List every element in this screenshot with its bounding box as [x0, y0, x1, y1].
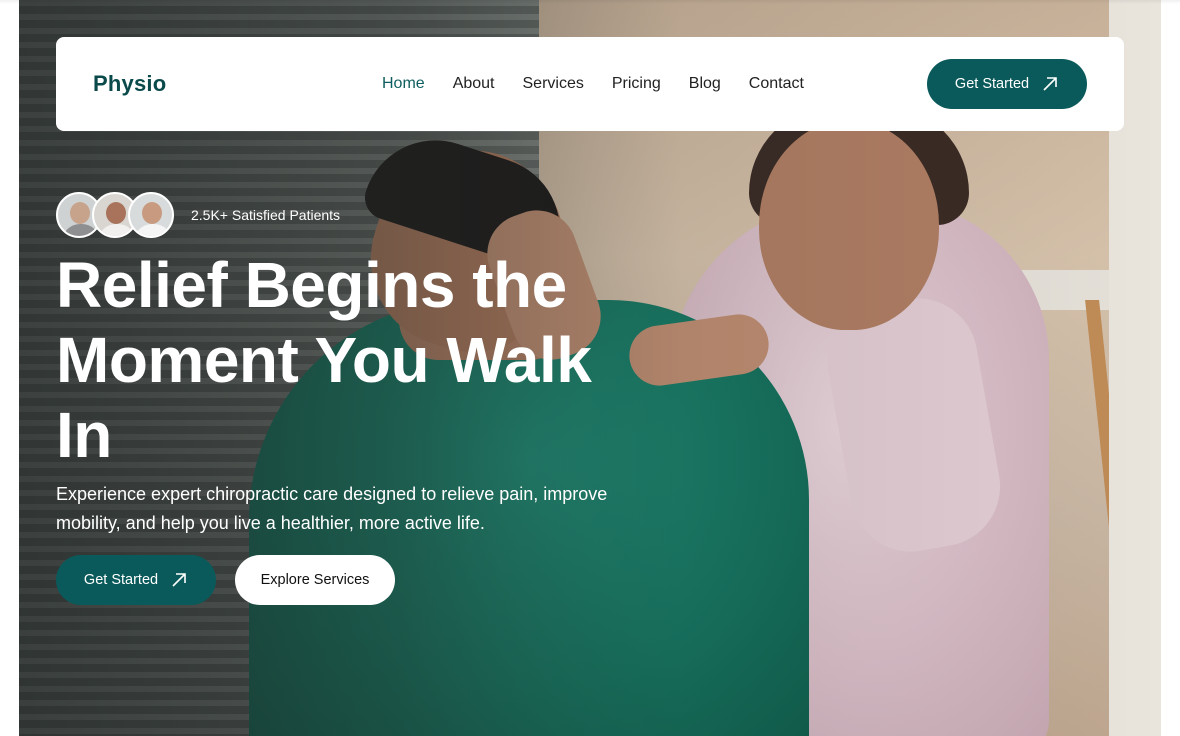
hero-get-started-button[interactable]: Get Started: [56, 555, 216, 605]
hero-get-started-label: Get Started: [83, 572, 159, 588]
hero-headline: Relief Begins the Moment You Walk In: [56, 249, 592, 471]
navbar: Physio Home About Services Pricing Blog …: [56, 37, 1124, 131]
satisfied-patients-text: 2.5K+ Satisfied Patients: [191, 207, 341, 223]
nav-item-pricing[interactable]: Pricing: [612, 74, 661, 94]
nav-item-blog[interactable]: Blog: [689, 74, 721, 94]
patient-avatars: [56, 192, 176, 238]
explore-services-label: Explore Services: [260, 572, 370, 588]
nav-get-started-button[interactable]: Get Started: [927, 59, 1087, 109]
explore-services-button[interactable]: Explore Services: [235, 555, 395, 605]
nav-item-contact[interactable]: Contact: [749, 74, 804, 94]
avatar: [128, 192, 174, 238]
nav-item-services[interactable]: Services: [523, 74, 584, 94]
nav-item-home[interactable]: Home: [382, 74, 425, 94]
nav-item-about[interactable]: About: [453, 74, 495, 94]
top-edge-shadow: [0, 0, 1180, 4]
hero-description: Experience expert chiropractic care desi…: [56, 484, 608, 533]
arrow-up-right-icon: [172, 573, 186, 587]
nav-get-started-label: Get Started: [954, 76, 1030, 92]
logo[interactable]: Physio: [93, 70, 166, 98]
arrow-up-right-icon: [1043, 77, 1057, 91]
nav-menu: Home About Services Pricing Blog Contact: [382, 74, 832, 94]
